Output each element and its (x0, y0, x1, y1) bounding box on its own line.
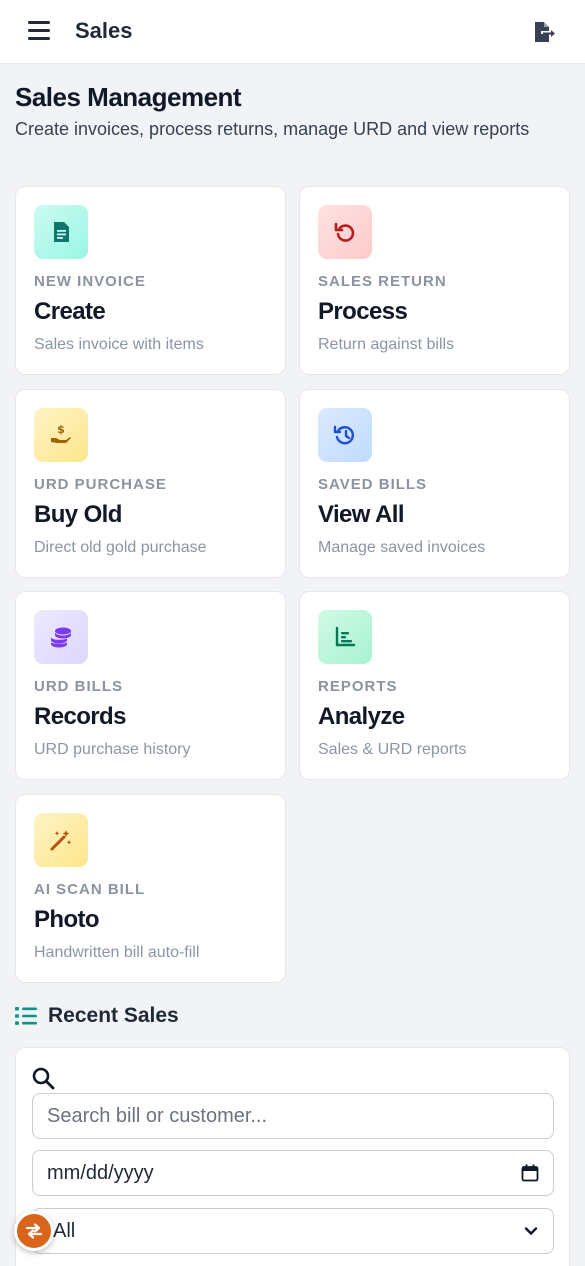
card-description: Manage saved invoices (318, 539, 486, 556)
card-description: Sales invoice with items (34, 336, 204, 353)
date-input[interactable]: mm/dd/yyyy (32, 1150, 554, 1196)
logout-icon[interactable] (531, 20, 555, 44)
card-headline: Photo (34, 906, 100, 933)
card-description: Direct old gold purchase (34, 539, 207, 556)
undo-icon (318, 205, 372, 259)
magic-wand-icon (34, 813, 88, 867)
card-headline: Create (34, 298, 106, 325)
page-subtitle: Create invoices, process returns, manage… (15, 119, 530, 139)
saved-bills-card[interactable]: SAVED BILLS View All Manage saved invoic… (299, 389, 570, 578)
card-kicker: URD BILLS (34, 678, 123, 695)
ai-scan-bill-card[interactable]: AI SCAN BILL Photo Handwritten bill auto… (15, 794, 286, 983)
app-title: Sales (75, 18, 133, 43)
swap-button[interactable] (14, 1211, 54, 1251)
urd-bills-card[interactable]: URD BILLS Records URD purchase history (15, 591, 286, 780)
top-bar: Sales (0, 0, 585, 64)
card-kicker: AI SCAN BILL (34, 881, 146, 898)
recent-sales-header: Recent Sales (15, 1004, 179, 1028)
card-description: Handwritten bill auto-fill (34, 944, 200, 961)
history-icon (318, 408, 372, 462)
chevron-down-icon (524, 1227, 538, 1235)
search-icon (32, 1067, 55, 1090)
coins-icon (34, 610, 88, 664)
new-invoice-card[interactable]: NEW INVOICE Create Sales invoice with it… (15, 186, 286, 375)
page-title: Sales Management (15, 82, 242, 112)
card-kicker: REPORTS (318, 678, 398, 695)
hand-money-icon: $ (34, 408, 88, 462)
card-kicker: NEW INVOICE (34, 273, 146, 290)
swap-icon (25, 1223, 43, 1239)
card-kicker: SALES RETURN (318, 273, 447, 290)
calendar-icon[interactable] (521, 1164, 539, 1182)
card-description: Return against bills (318, 336, 455, 353)
search-input[interactable]: Search bill or customer... (32, 1093, 554, 1139)
card-headline: Buy Old (34, 501, 122, 528)
sales-return-card[interactable]: SALES RETURN Process Return against bill… (299, 186, 570, 375)
section-title: Recent Sales (48, 1004, 179, 1027)
menu-icon[interactable] (28, 21, 50, 43)
card-kicker: URD PURCHASE (34, 476, 167, 493)
card-headline: Records (34, 703, 126, 730)
card-description: URD purchase history (34, 741, 191, 758)
card-kicker: SAVED BILLS (318, 476, 428, 493)
date-value: mm/dd/yyyy (47, 1161, 154, 1184)
list-icon (15, 1007, 37, 1025)
invoice-icon (34, 205, 88, 259)
card-headline: Analyze (318, 703, 405, 730)
urd-purchase-card[interactable]: $ URD PURCHASE Buy Old Direct old gold p… (15, 389, 286, 578)
search-placeholder: Search bill or customer... (47, 1104, 268, 1127)
reports-card[interactable]: REPORTS Analyze Sales & URD reports (299, 591, 570, 780)
card-headline: Process (318, 298, 408, 325)
card-headline: View All (318, 501, 405, 528)
status-select[interactable]: All (32, 1208, 554, 1254)
chart-icon (318, 610, 372, 664)
card-description: Sales & URD reports (318, 741, 467, 758)
svg-text:$: $ (57, 423, 65, 436)
